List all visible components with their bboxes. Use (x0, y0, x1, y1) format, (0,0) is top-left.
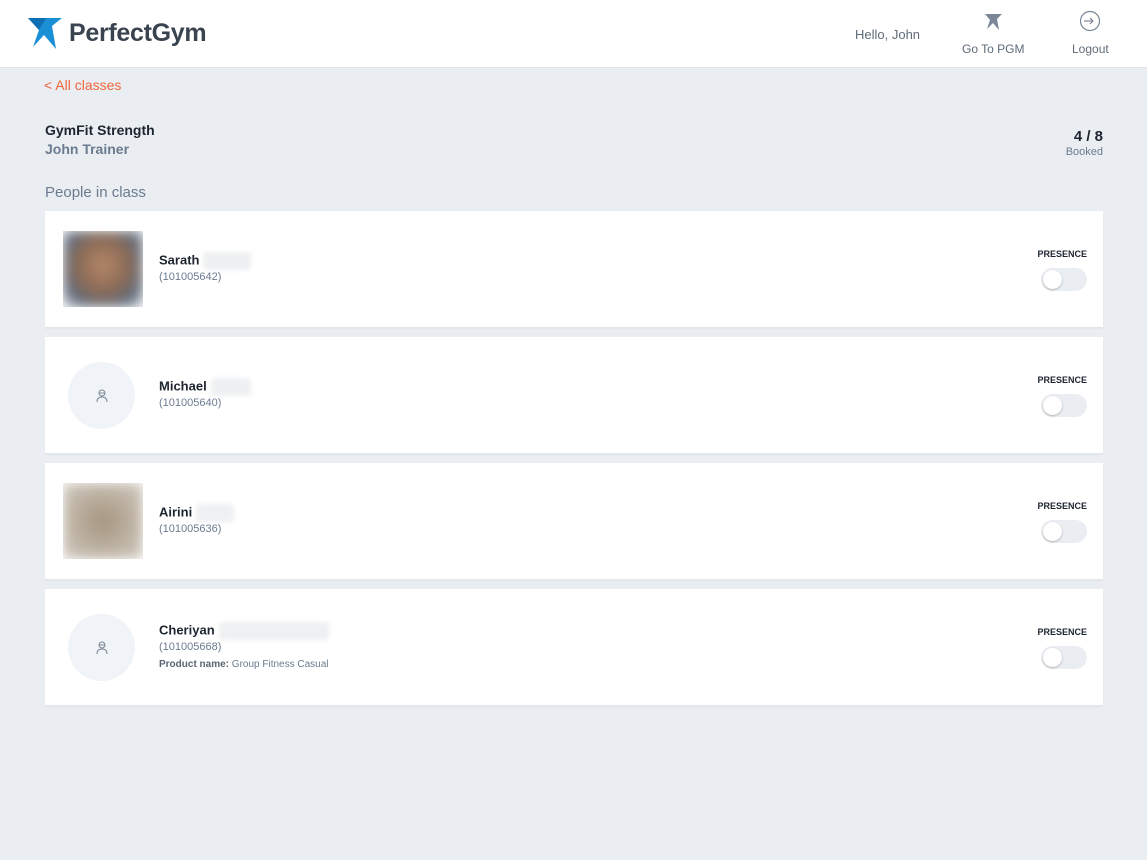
toggle-knob (1043, 396, 1062, 415)
user-placeholder-icon (96, 641, 107, 654)
go-to-pgm-label: Go To PGM (962, 42, 1025, 56)
toggle-knob (1043, 522, 1062, 541)
blurred-surname (218, 622, 329, 640)
person-name: Airini (159, 504, 235, 522)
presence-label: PRESENCE (1037, 627, 1087, 637)
brand-name: PerfectGym (69, 18, 207, 47)
blurred-surname (210, 378, 251, 396)
product-info: Product name: Group Fitness Casual (159, 659, 329, 670)
logout-label: Logout (1072, 42, 1109, 56)
person-card: Michael (101005640) PRESENCE (45, 337, 1103, 453)
person-photo (63, 483, 143, 559)
section-title: People in class (45, 184, 146, 201)
app-header: PerfectGym Hello, John Go To PGM Logout (0, 0, 1147, 68)
blurred-surname (196, 504, 235, 522)
trainer-name: John Trainer (45, 141, 130, 157)
all-classes-link[interactable]: < All classes (44, 77, 121, 93)
person-name: Sarath (159, 252, 252, 270)
presence-label: PRESENCE (1037, 375, 1087, 385)
presence-toggle[interactable] (1041, 268, 1087, 291)
person-id: (101005636) (159, 523, 222, 535)
user-placeholder-icon (96, 389, 107, 402)
logout-icon (1080, 10, 1101, 32)
person-id: (101005642) (159, 271, 222, 283)
pgm-star-icon (985, 14, 1003, 30)
presence-label: PRESENCE (1037, 501, 1087, 511)
presence-toggle[interactable] (1041, 394, 1087, 417)
go-to-pgm-button[interactable]: Go To PGM (962, 10, 1024, 56)
class-title: GymFit Strength (45, 122, 155, 138)
toggle-knob (1043, 270, 1062, 289)
user-greeting: Hello, John (855, 27, 921, 42)
booked-count: 4 / 8 (1073, 128, 1103, 145)
booked-label: Booked (1065, 146, 1103, 158)
avatar (68, 614, 135, 681)
brand-logo[interactable]: PerfectGym (26, 15, 207, 51)
blurred-surname (203, 252, 252, 270)
person-name: Michael (159, 378, 251, 396)
toggle-knob (1043, 648, 1062, 667)
person-name: Cheriyan (159, 622, 329, 640)
product-label: Product name: (159, 659, 230, 670)
logout-button[interactable]: Logout (1072, 10, 1109, 56)
product-value: Group Fitness Casual (231, 659, 329, 670)
person-card: Airini (101005636) PRESENCE (45, 463, 1103, 579)
person-id: (101005640) (159, 397, 222, 409)
presence-label: PRESENCE (1037, 249, 1087, 259)
person-card: Sarath (101005642) PRESENCE (45, 211, 1103, 327)
person-card: Cheriyan (101005668) Product name: Group… (45, 589, 1103, 705)
person-photo (63, 231, 143, 307)
presence-toggle[interactable] (1041, 520, 1087, 543)
presence-toggle[interactable] (1041, 646, 1087, 669)
perfectgym-star-icon (28, 18, 62, 49)
avatar (68, 362, 135, 429)
person-id: (101005668) (159, 641, 222, 653)
